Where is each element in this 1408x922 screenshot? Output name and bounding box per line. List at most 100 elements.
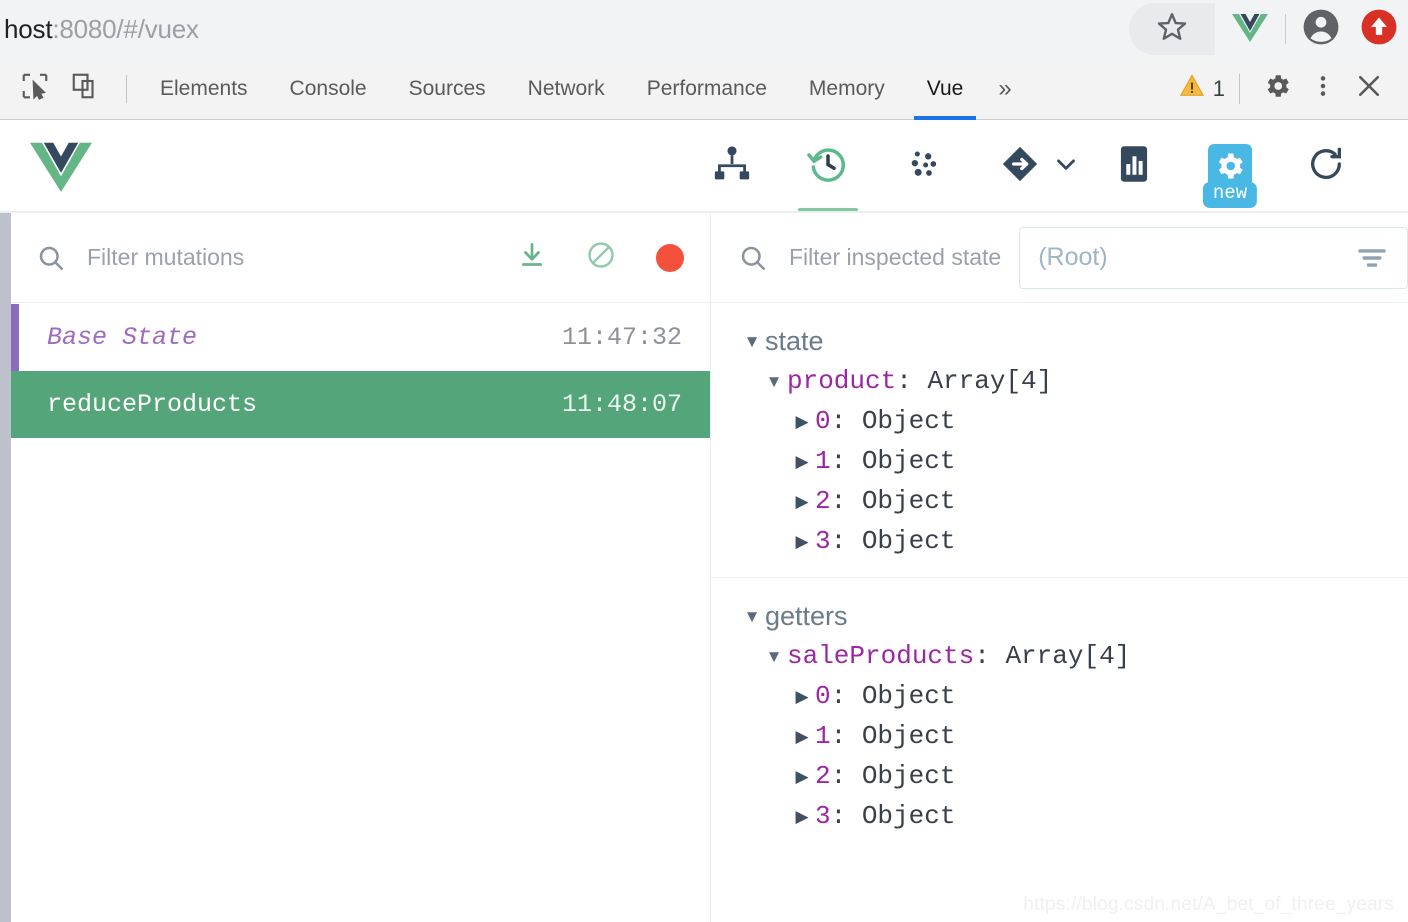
child-key: 2 [815, 761, 831, 791]
state-child-2[interactable]: ▶ 2 : Object [711, 481, 1408, 521]
routing-button[interactable] [972, 120, 1068, 212]
clear-mutations-button[interactable] [583, 240, 619, 276]
state-entry-product[interactable]: ▼ product : Array[4] [711, 361, 1408, 401]
tab-sources[interactable]: Sources [388, 58, 507, 120]
mutation-time: 11:48:07 [561, 390, 682, 419]
entry-value: Array[4] [1005, 641, 1131, 671]
tab-console[interactable]: Console [269, 58, 388, 120]
url-path: :8080/#/vuex [52, 13, 199, 44]
filter-mutations-input[interactable]: Filter mutations [87, 244, 244, 271]
tab-memory[interactable]: Memory [788, 58, 906, 120]
search-icon [735, 243, 771, 273]
child-separator: : [830, 486, 862, 516]
vue-devtools-header: new [0, 120, 1408, 212]
getters-child-0[interactable]: ▶ 0 : Object [711, 676, 1408, 716]
child-key: 0 [815, 681, 831, 711]
tab-elements[interactable]: Elements [139, 58, 269, 120]
chevron-down-icon: ▼ [743, 331, 761, 351]
devtools-close-button[interactable] [1346, 66, 1392, 112]
child-separator: : [830, 721, 862, 751]
export-button[interactable] [514, 240, 550, 276]
performance-button[interactable] [1086, 120, 1182, 212]
vuex-history-icon [806, 142, 850, 191]
tab-label: Performance [646, 76, 767, 100]
tab-label: Elements [160, 76, 248, 100]
state-child-3[interactable]: ▶ 3 : Object [711, 521, 1408, 561]
vue-extension-button[interactable] [1221, 3, 1279, 55]
tab-label: Console [289, 76, 367, 100]
mutation-row-reduceproducts[interactable]: reduceProducts 11:48:07 [11, 371, 710, 438]
vue-settings-button[interactable]: new [1182, 120, 1278, 212]
mutation-row-base-state[interactable]: Base State 11:47:32 [11, 304, 710, 371]
inspected-state-panel: Filter inspected state (Root) ▼ state ▼ … [711, 213, 1408, 922]
tab-label: Network [527, 76, 605, 100]
getters-entry-saleproducts[interactable]: ▼ saleProducts : Array[4] [711, 636, 1408, 676]
profile-button[interactable] [1292, 3, 1350, 55]
components-tree-icon [711, 143, 753, 190]
update-button[interactable] [1350, 3, 1408, 55]
tab-vue[interactable]: Vue [906, 58, 985, 120]
tab-label: Sources [408, 76, 486, 100]
state-child-1[interactable]: ▶ 1 : Object [711, 441, 1408, 481]
export-icon [517, 240, 547, 275]
vuex-history-button[interactable] [780, 120, 876, 212]
devtools-left-tools [0, 68, 139, 110]
inspect-element-button[interactable] [14, 68, 56, 110]
child-value: Object [861, 446, 956, 476]
devtools-tab-bar: Elements Console Sources Network Perform… [0, 58, 1408, 120]
getters-section: ▼ getters ▼ saleProducts : Array[4] ▶ 0 … [711, 577, 1408, 852]
mutations-filter-bar: Filter mutations [11, 213, 710, 303]
left-panel-scrollbar[interactable] [0, 213, 11, 922]
getters-section-header[interactable]: ▼ getters [711, 596, 1408, 636]
tab-performance[interactable]: Performance [626, 58, 788, 120]
child-key: 0 [815, 406, 831, 436]
state-filter-bar: Filter inspected state (Root) [711, 213, 1408, 303]
more-vertical-icon [1310, 73, 1336, 104]
child-separator: : [830, 761, 862, 791]
mutation-name: Base State [47, 323, 198, 352]
child-key: 2 [815, 486, 831, 516]
vue-extension-icon [1232, 12, 1268, 47]
events-button[interactable] [876, 120, 972, 212]
inspect-element-icon [20, 71, 50, 106]
device-toolbar-button[interactable] [64, 68, 106, 110]
filter-lines-icon[interactable] [1355, 241, 1389, 275]
more-tabs-button[interactable]: » [984, 58, 1025, 120]
child-separator: : [830, 526, 862, 556]
child-value: Object [861, 761, 956, 791]
section-title: getters [765, 600, 848, 631]
chevron-right-icon: ▶ [795, 491, 809, 511]
filter-state-input[interactable]: Filter inspected state [789, 244, 1001, 271]
devtools-divider [126, 74, 127, 103]
record-toggle-button[interactable] [652, 240, 688, 276]
child-value: Object [861, 406, 956, 436]
entry-separator: : [974, 641, 1006, 671]
inspected-root-input[interactable]: (Root) [1019, 226, 1408, 289]
warning-count: 1 [1212, 75, 1225, 101]
state-section-header[interactable]: ▼ state [711, 321, 1408, 361]
events-icon [904, 144, 944, 189]
mutation-name: reduceProducts [47, 390, 258, 419]
url-bar[interactable]: host:8080/#/vuex [4, 14, 199, 45]
components-tree-button[interactable] [684, 120, 780, 212]
getters-child-3[interactable]: ▶ 3 : Object [711, 796, 1408, 836]
mutations-actions [514, 240, 688, 276]
child-value: Object [861, 486, 956, 516]
getters-child-2[interactable]: ▶ 2 : Object [711, 756, 1408, 796]
bookmark-star-button[interactable] [1129, 3, 1215, 55]
state-child-0[interactable]: ▶ 0 : Object [711, 401, 1408, 441]
devtools-menu-button[interactable] [1300, 66, 1346, 112]
close-icon [1354, 71, 1384, 106]
mutation-time: 11:47:32 [561, 323, 682, 352]
chevron-right-icon: ▶ [795, 686, 809, 706]
refresh-button[interactable] [1278, 120, 1374, 212]
getters-child-1[interactable]: ▶ 1 : Object [711, 716, 1408, 756]
omnibox-divider [1285, 14, 1286, 44]
chevron-right-icon: ▶ [795, 451, 809, 471]
routing-icon [999, 143, 1041, 190]
tab-network[interactable]: Network [507, 58, 626, 120]
devtools-settings-button[interactable] [1254, 66, 1300, 112]
profile-avatar-icon [1302, 8, 1340, 51]
warning-triangle-icon [1178, 72, 1206, 105]
warning-indicator[interactable]: 1 [1178, 72, 1225, 105]
